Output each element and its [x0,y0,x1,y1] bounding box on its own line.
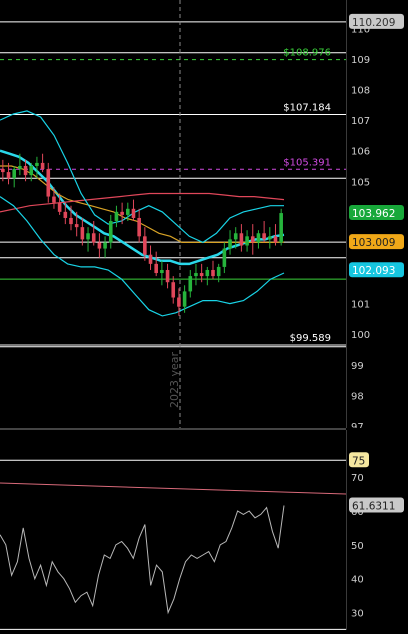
candle-body [199,273,204,277]
rsi-axis-tick: 50 [351,541,364,552]
candle-body [46,169,51,197]
candle-body [108,221,113,243]
candle-body [194,273,198,277]
rsi-axis-tick: 30 [351,608,364,619]
candle-body [154,263,158,274]
candle-body [137,217,141,237]
price-axis-tick: 109 [351,55,370,66]
price-axis-tick: 99 [351,361,364,372]
candle-body [177,297,181,307]
price-axis-tick: 100 [351,330,370,341]
candle-body [143,236,147,255]
price-axis[interactable]: 9798991001011021031041051061071081091101… [346,0,408,433]
rsi-axis-scale: 30405060707561.6311 [349,452,404,619]
price-level-label: $108.976 [283,48,331,59]
candle-body [188,276,193,292]
year-marker-label: 2023 year [168,351,181,408]
price-badge-current: 103.962 [352,208,395,220]
candle-body [256,233,261,243]
price-plot[interactable]: 2023 year $108.976 $107.184 $105.391 $99.589 [0,0,346,428]
candle-body [171,282,176,298]
price-axis-tick: 98 [351,391,364,402]
candle-body [91,233,96,243]
candle-body [80,227,85,240]
candle-body [86,233,90,240]
candle-body [18,165,22,170]
price-axis-scale: 9798991001011021031041051061071081091101… [349,13,404,433]
candle-body [211,269,215,277]
rsi-trend-line [0,482,347,495]
candle-body [6,172,11,179]
candle-body [69,217,73,225]
candle-body [52,196,56,203]
candle-body [63,211,68,218]
candle-body [29,165,34,176]
price-badge-ma: 103.009 [352,237,395,249]
candle-body [103,242,107,249]
candle-body [97,242,102,249]
rsi-plot[interactable] [0,430,347,630]
candle-body [279,213,283,243]
candle-body [273,236,278,243]
candle-body [12,169,16,179]
rsi-axis-tick: 40 [351,575,364,586]
rsi-badge-current: 61.6311 [352,501,395,513]
candle-body [35,162,39,166]
candle-body [126,208,130,215]
price-level-label: $107.184 [283,102,331,113]
candle-body [148,254,153,264]
rsi-line [0,505,285,615]
candle-body [1,169,5,173]
price-level-label: $99.589 [290,333,331,344]
price-axis-tick: 107 [351,116,370,127]
chart-stage: 2023 year $108.976 $107.184 $105.391 $99.589… [0,0,408,630]
price-axis-tick: 97 [351,422,364,428]
candle-body [120,211,124,215]
candle-body [222,248,227,267]
candle-body [228,239,232,249]
price-badge-top: 110.209 [352,17,395,29]
candle-body [40,162,45,170]
candle-body [165,269,170,283]
price-axis-tick: 108 [351,85,370,96]
candle-body [216,266,221,277]
candle-body [239,233,244,246]
price-level-label: $105.391 [283,157,331,168]
bollinger-lower-line [0,196,285,317]
candle-body [182,291,187,307]
rsi-pane[interactable] [0,430,347,630]
rsi-badge-overbought: 75 [352,455,365,467]
price-axis-tick: 101 [351,300,370,311]
price-badge-lower: 102.093 [352,265,395,277]
pane-separator[interactable] [0,344,346,346]
candle-body [233,233,238,240]
price-axis-tick: 106 [351,147,370,158]
rsi-axis-tick: 70 [351,473,364,484]
candle-body [114,211,119,222]
candle-body [23,165,28,176]
candle-body [74,224,79,228]
candle-body [245,236,249,246]
candle-body [262,233,266,240]
price-axis-tick: 105 [351,177,370,188]
candle-body [57,202,62,212]
candle-body [205,269,210,277]
price-pane[interactable]: 2023 year $108.976 $107.184 $105.391 $99.589 [0,0,346,428]
candle-body [131,208,136,218]
rsi-axis[interactable]: 30 40 50 60 70 75 61.6311 [346,430,408,630]
candle-body [250,236,255,243]
candle-body [160,269,164,274]
candle-body [268,236,272,240]
